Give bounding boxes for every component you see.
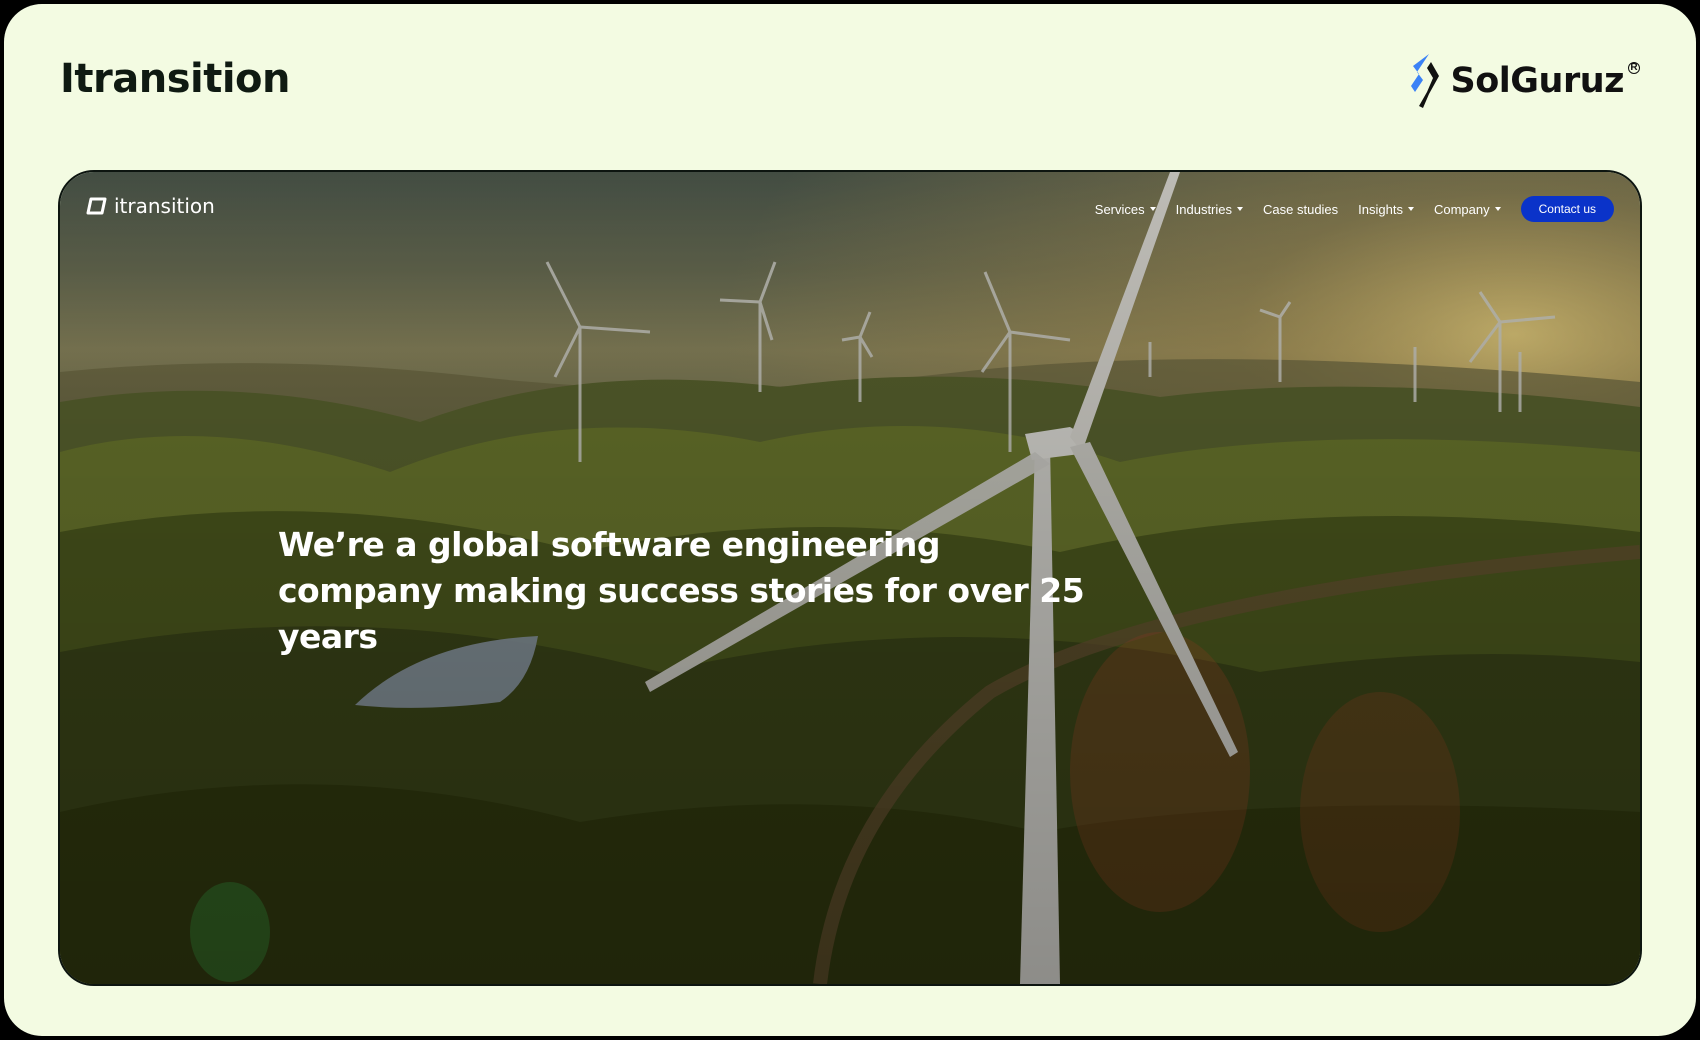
site-logo-text: itransition — [114, 194, 215, 218]
chevron-down-icon — [1407, 207, 1414, 211]
website-screenshot: itransition Services Industries Case stu… — [58, 170, 1642, 986]
presentation-card: Itransition SolGuruz R itransition Servi… — [4, 4, 1696, 1036]
nav-company-label: Company — [1433, 201, 1490, 217]
itransition-logo[interactable]: itransition — [86, 194, 215, 218]
nav-insights-label: Insights — [1358, 201, 1403, 217]
nav-industries-label: Industries — [1175, 201, 1233, 217]
hero-headline: We’re a global software engineering comp… — [278, 525, 1085, 656]
itransition-logo-icon — [86, 197, 107, 215]
nav-case-studies-label: Case studies — [1263, 201, 1339, 217]
site-navigation: Services Industries Case studies Insight… — [1095, 196, 1614, 222]
brand-name: SolGuruz — [1450, 61, 1625, 101]
registered-mark: R — [1628, 62, 1640, 74]
nav-case-studies[interactable]: Case studies — [1263, 202, 1338, 217]
page-title: Itransition — [60, 56, 291, 102]
nav-company[interactable]: Company — [1434, 202, 1501, 217]
nav-services-label: Services — [1094, 201, 1145, 217]
solguruz-brand: SolGuruz R — [1407, 52, 1640, 110]
solguruz-logo-icon — [1410, 54, 1439, 108]
nav-industries[interactable]: Industries — [1175, 201, 1244, 217]
nav-services[interactable]: Services — [1095, 202, 1156, 217]
chevron-down-icon — [1149, 207, 1156, 211]
contact-us-button[interactable]: Contact us — [1520, 196, 1614, 222]
chevron-down-icon — [1237, 207, 1244, 211]
chevron-down-icon — [1494, 207, 1501, 211]
nav-insights[interactable]: Insights — [1358, 202, 1414, 217]
